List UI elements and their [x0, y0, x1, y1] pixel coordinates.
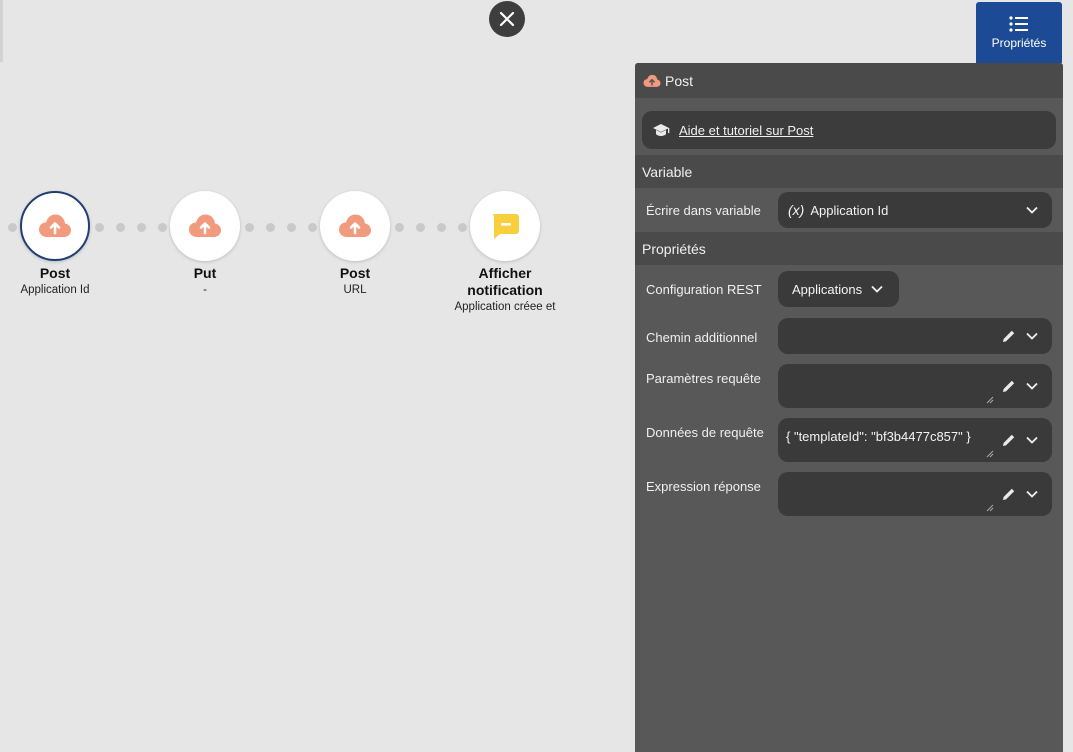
chevron-down-icon[interactable]	[1026, 436, 1038, 444]
properties-panel: Post Aide et tutoriel sur Post Variable …	[635, 63, 1063, 752]
pencil-icon[interactable]	[1002, 433, 1016, 447]
node-subtitle: -	[203, 284, 207, 296]
write-variable-row: Écrire dans variable (x) Application Id	[635, 188, 1063, 232]
chevron-down-icon[interactable]	[1026, 332, 1038, 340]
resize-handle-icon[interactable]	[986, 450, 994, 458]
pencil-icon[interactable]	[1002, 487, 1016, 501]
response-expr-row: Expression réponse	[635, 469, 1063, 523]
node-circle[interactable]	[470, 191, 540, 261]
rest-config-select[interactable]: Applications	[778, 271, 899, 307]
write-variable-label: Écrire dans variable	[646, 202, 761, 218]
additional-path-row: Chemin additionnel	[635, 313, 1063, 361]
node-title: Post	[339, 265, 371, 281]
flow-node-post-1[interactable]: Post Application Id	[0, 191, 125, 298]
cloud-upload-icon	[39, 214, 71, 237]
list-icon	[1009, 15, 1028, 32]
flow-node-put[interactable]: Put -	[135, 191, 275, 298]
additional-path-input[interactable]	[778, 318, 1052, 354]
node-subtitle: Application Id	[20, 284, 90, 296]
request-params-row: Paramètres requête	[635, 361, 1063, 415]
cloud-upload-icon	[339, 214, 371, 237]
write-variable-value: Application Id	[810, 202, 889, 218]
node-circle[interactable]	[320, 191, 390, 261]
request-data-value: { "templateId": "bf3b4477c857" }	[786, 429, 971, 444]
response-expr-input[interactable]	[778, 472, 1052, 516]
section-properties: Propriétés	[635, 232, 1063, 265]
chevron-down-icon[interactable]	[1026, 206, 1038, 214]
node-title: Post	[39, 265, 71, 281]
rest-config-value: Applications	[792, 281, 863, 297]
resize-handle-icon[interactable]	[986, 504, 994, 512]
request-data-input[interactable]: { "templateId": "bf3b4477c857" }	[778, 418, 1052, 462]
close-icon	[499, 11, 515, 27]
section-variable: Variable	[635, 155, 1063, 188]
pencil-icon[interactable]	[1002, 379, 1016, 393]
response-expr-label: Expression réponse	[646, 479, 761, 494]
properties-tab[interactable]: Propriétés	[976, 2, 1062, 63]
variable-icon: (x)	[788, 202, 805, 218]
flow-node-post-2[interactable]: Post URL	[285, 191, 425, 298]
help-tutorial-link[interactable]: Aide et tutoriel sur Post	[679, 123, 813, 138]
panel-header: Post	[635, 63, 1063, 98]
node-title: Afficher notification	[467, 265, 543, 298]
rest-config-row: Configuration REST Applications	[635, 267, 1063, 311]
additional-path-label: Chemin additionnel	[646, 329, 758, 345]
pencil-icon[interactable]	[1002, 329, 1016, 343]
properties-tab-label: Propriétés	[991, 35, 1047, 50]
close-button[interactable]	[489, 1, 525, 37]
node-circle[interactable]	[170, 191, 240, 261]
request-params-label: Paramètres requête	[646, 371, 761, 386]
request-params-input[interactable]	[778, 364, 1052, 408]
chevron-down-icon	[871, 285, 883, 293]
cloud-upload-icon	[189, 214, 221, 237]
flow-node-notification[interactable]: Afficher notification Application créee …	[435, 191, 575, 315]
cloud-upload-icon	[643, 74, 661, 87]
write-variable-select[interactable]: (x) Application Id	[778, 192, 1052, 228]
graduation-cap-icon	[653, 124, 670, 136]
help-tutorial-row[interactable]: Aide et tutoriel sur Post	[642, 111, 1056, 149]
canvas-left-edge	[0, 0, 3, 62]
request-data-row: Données de requête { "templateId": "bf3b…	[635, 415, 1063, 469]
chevron-down-icon[interactable]	[1026, 490, 1038, 498]
chevron-down-icon[interactable]	[1026, 382, 1038, 390]
notification-icon	[493, 214, 519, 239]
panel-title: Post	[665, 72, 694, 89]
node-subtitle: Application créee et	[454, 301, 556, 313]
node-title: Put	[193, 265, 217, 281]
node-subtitle: URL	[343, 284, 367, 296]
node-circle[interactable]	[20, 191, 90, 261]
resize-handle-icon[interactable]	[986, 396, 994, 404]
request-data-label: Données de requête	[646, 425, 764, 440]
rest-config-label: Configuration REST	[646, 281, 762, 297]
